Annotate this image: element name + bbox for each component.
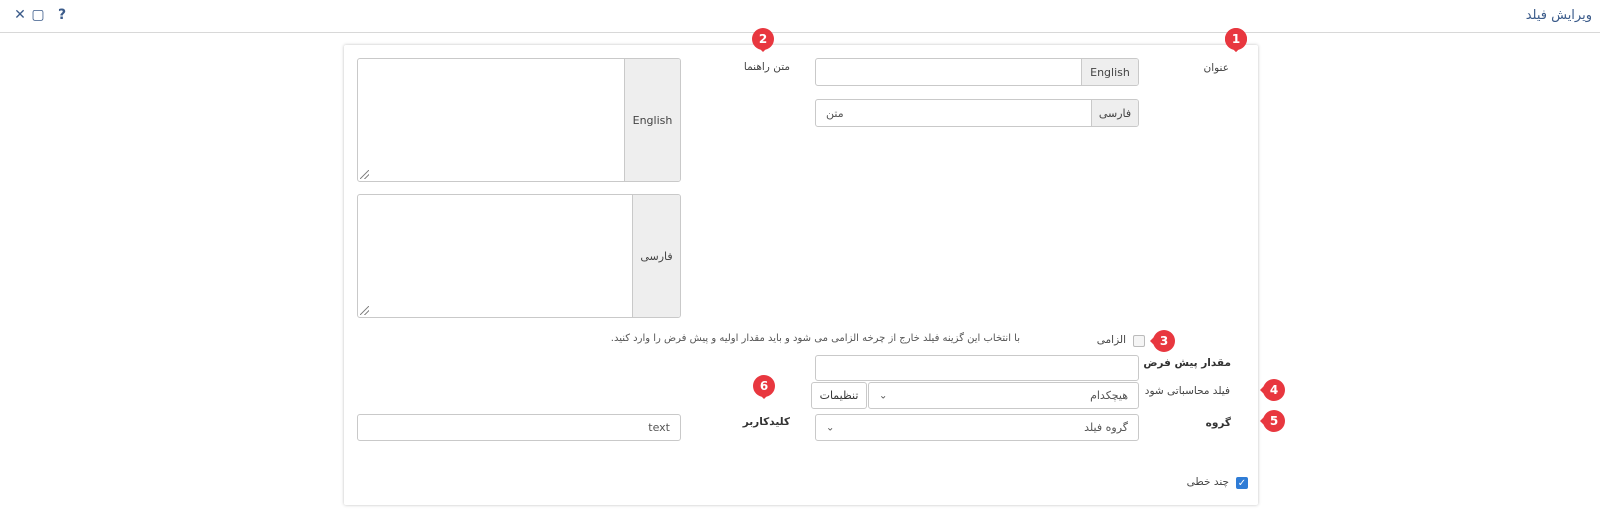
group-label: گروه	[1205, 417, 1231, 429]
title-fa-group: متن فارسی	[815, 99, 1139, 127]
multiline-checkbox[interactable]: ✓	[1236, 477, 1248, 489]
annotation-marker-5: 5	[1260, 408, 1286, 434]
title-en-group: English	[815, 58, 1139, 86]
title-en-input[interactable]	[816, 59, 1081, 85]
marker-2-number: 2	[758, 32, 768, 46]
title-label: عنوان	[1203, 62, 1230, 74]
keyword-label: کلیدکاربر	[742, 416, 790, 428]
computed-field-value: هیچکدام	[1090, 389, 1128, 402]
required-label: الزامی	[1096, 334, 1126, 346]
group-select[interactable]: گروه فیلد ⌄	[815, 414, 1139, 441]
title-fa-addon: فارسی	[1091, 100, 1138, 126]
help-icon[interactable]: ?	[54, 6, 70, 24]
help-fa-group: فارسی	[357, 194, 681, 318]
help-fa-addon: فارسی	[632, 195, 680, 317]
annotation-marker-6: 6	[751, 374, 777, 400]
resize-grip-icon[interactable]	[360, 170, 369, 179]
window-controls: ✕ ▢ ?	[12, 6, 70, 24]
window-title: ویرایش فیلد	[1525, 8, 1592, 23]
keyword-input[interactable]: text	[357, 414, 681, 441]
title-fa-input[interactable]: متن	[816, 100, 1091, 126]
close-icon[interactable]: ✕	[12, 6, 28, 24]
help-en-group: English	[357, 58, 681, 182]
annotation-marker-3: 3	[1150, 328, 1176, 354]
default-value-label: مقدار پیش فرض	[1143, 357, 1231, 369]
title-en-addon: English	[1081, 59, 1138, 85]
annotation-marker-4: 4	[1260, 377, 1286, 403]
window-titlebar: ویرایش فیلد ✕ ▢ ?	[0, 0, 1600, 33]
marker-6-number: 6	[759, 379, 769, 393]
chevron-down-icon: ⌄	[826, 422, 835, 433]
default-value-input[interactable]	[815, 355, 1139, 381]
maximize-icon[interactable]: ▢	[30, 6, 46, 24]
computed-field-label: فیلد محاسباتی شود	[1144, 385, 1230, 397]
help-en-addon: English	[624, 59, 680, 181]
marker-3-number: 3	[1159, 334, 1169, 348]
annotation-marker-1: 1	[1223, 27, 1249, 53]
annotation-marker-2: 2	[750, 27, 776, 53]
resize-grip-icon[interactable]	[360, 306, 369, 315]
marker-1-number: 1	[1231, 32, 1241, 46]
settings-button[interactable]: تنظیمات	[811, 382, 867, 409]
help-fa-textarea[interactable]	[358, 195, 632, 317]
computed-field-select[interactable]: هیچکدام ⌄	[868, 382, 1139, 409]
group-value: گروه فیلد	[1084, 421, 1128, 434]
help-text-label: متن راهنما	[743, 61, 790, 73]
marker-5-number: 5	[1269, 414, 1279, 428]
help-en-textarea[interactable]	[358, 59, 624, 181]
marker-4-number: 4	[1269, 383, 1279, 397]
chevron-down-icon: ⌄	[879, 390, 888, 401]
required-checkbox[interactable]	[1133, 335, 1145, 347]
required-hint: با انتخاب این گزینه فیلد خارج از چرخه ال…	[610, 333, 1020, 344]
multiline-label: چند خطی	[1186, 476, 1229, 488]
